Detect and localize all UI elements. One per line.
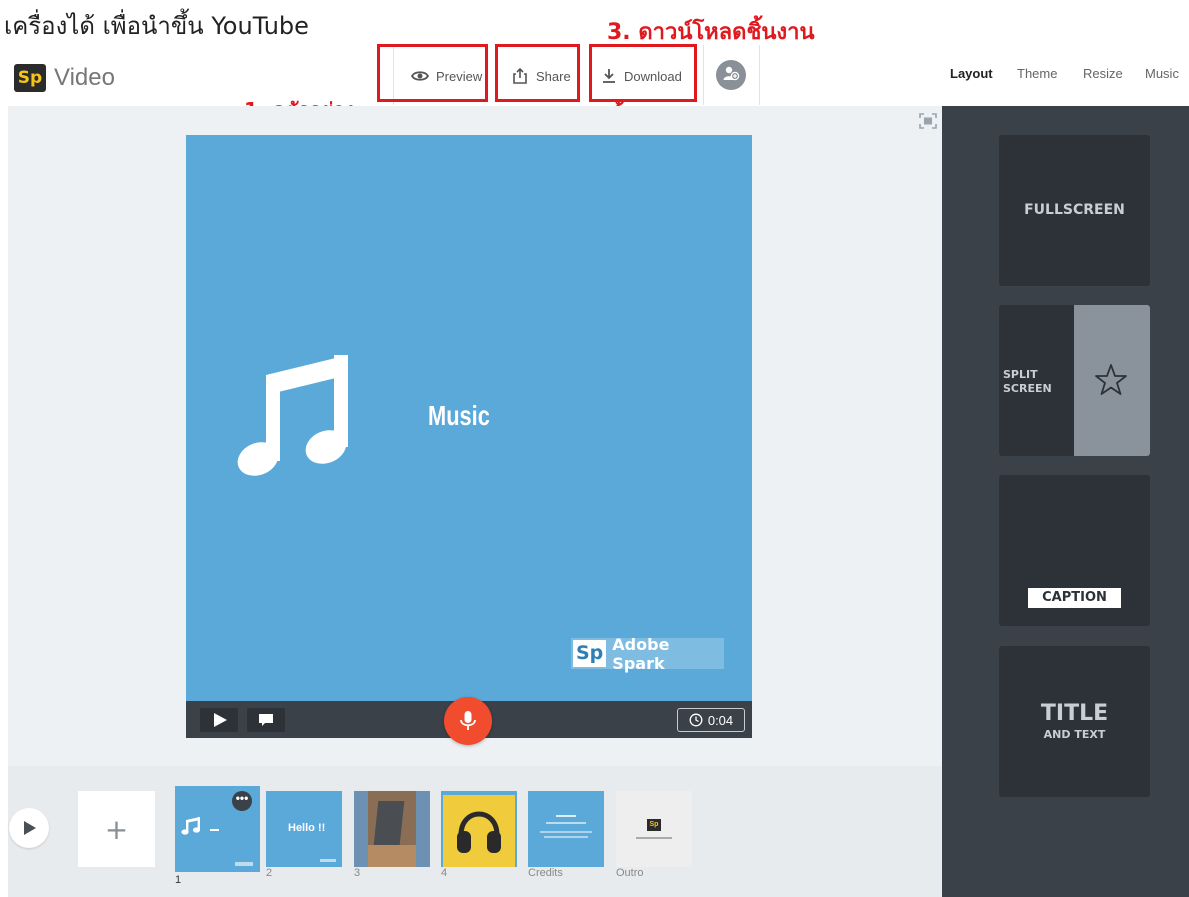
app-name: Video: [54, 64, 115, 91]
layout-caption[interactable]: CAPTION: [999, 475, 1150, 626]
more-icon[interactable]: •••: [232, 791, 252, 811]
annotation-box-preview: [377, 44, 488, 102]
play-button[interactable]: [200, 708, 238, 732]
layout-split-label-1: SPLIT: [1003, 368, 1038, 381]
watermark-badge: Sp: [573, 640, 607, 667]
slide-thumbnail-1[interactable]: •••: [175, 786, 260, 872]
layout-split-label-2: SCREEN: [1003, 382, 1052, 395]
duration-text: 0:04: [707, 712, 734, 728]
annotation-download: 3. ดาวน์โหลดชิ้นงาน: [607, 20, 815, 45]
layout-split-screen[interactable]: SPLIT SCREEN: [999, 305, 1150, 456]
adobe-spark-watermark: Sp Adobe Spark: [571, 635, 724, 673]
tab-music[interactable]: Music: [1145, 66, 1179, 81]
credits-line: [546, 822, 586, 824]
star-icon: [1095, 364, 1127, 395]
add-slide-button[interactable]: +: [78, 791, 155, 867]
credits-line: [556, 815, 576, 817]
slide-thumbnail-title: Hello !!: [288, 822, 326, 834]
watermark-text: Adobe Spark: [612, 634, 670, 673]
annotation-box-download: [589, 44, 697, 102]
credits-line: [544, 836, 588, 838]
layout-fullscreen[interactable]: FULLSCREEN: [999, 135, 1150, 286]
layout-title-label: TITLE: [1040, 701, 1109, 726]
header-divider: [759, 45, 760, 105]
layout-fullscreen-label: FULLSCREEN: [1024, 202, 1125, 218]
play-icon: [24, 821, 36, 835]
music-note-icon: [237, 355, 348, 476]
annotation-box-share: [495, 44, 580, 102]
top-caption: เครื่องได้ เพื่อนำขึ้น YouTube: [4, 12, 309, 40]
music-note-icon: [181, 817, 201, 835]
slide-thumbnail-label: 2: [266, 867, 273, 879]
add-collaborator-icon: [722, 64, 740, 87]
slide-thumbnail-2[interactable]: Hello !!: [266, 791, 342, 867]
fit-screen-icon[interactable]: [919, 113, 937, 129]
layout-caption-label: CAPTION: [1028, 588, 1121, 608]
tab-layout[interactable]: Layout: [950, 66, 993, 81]
slide-thumbnail-label: 1: [175, 874, 182, 886]
slide-title-line: [210, 829, 219, 831]
watermark-mini: [320, 859, 336, 862]
photo-table: [368, 845, 416, 867]
duration-display[interactable]: 0:04: [677, 708, 745, 732]
slide-thumbnail-label: 3: [354, 867, 361, 879]
slide-thumbnail-label: Credits: [528, 867, 563, 879]
play-icon: [214, 713, 227, 727]
comment-button[interactable]: [247, 708, 285, 732]
outro-logo: Sp: [647, 819, 661, 831]
slide-thumbnail-4[interactable]: [441, 791, 517, 867]
slide-thumbnail-label: Outro: [616, 867, 644, 879]
microphone-icon: [460, 711, 476, 730]
record-voice-button[interactable]: [444, 697, 492, 745]
tab-theme[interactable]: Theme: [1017, 66, 1057, 81]
photo-device: [373, 801, 405, 845]
headphones-image: [457, 811, 501, 853]
credits-line: [540, 831, 592, 833]
comment-icon: [259, 714, 273, 726]
layout-title-sub-label: AND TEXT: [1043, 728, 1106, 741]
outro-line: [636, 837, 672, 839]
header-divider: [703, 45, 704, 105]
app-logo[interactable]: Sp: [14, 64, 46, 92]
slide-title[interactable]: Music: [428, 400, 490, 432]
watermark-mini: [235, 862, 253, 866]
slide-thumbnail-3[interactable]: [354, 791, 430, 867]
slide-thumbnail-outro[interactable]: Sp: [616, 791, 692, 867]
layout-title-text[interactable]: TITLE AND TEXT: [999, 646, 1150, 797]
add-collaborator-button[interactable]: [716, 60, 746, 90]
clock-icon: [689, 713, 703, 727]
slide-thumbnail-credits[interactable]: [528, 791, 604, 867]
timeline-play-button[interactable]: [9, 808, 49, 848]
slide-thumbnail-label: 4: [441, 867, 448, 879]
tab-resize[interactable]: Resize: [1083, 66, 1123, 81]
